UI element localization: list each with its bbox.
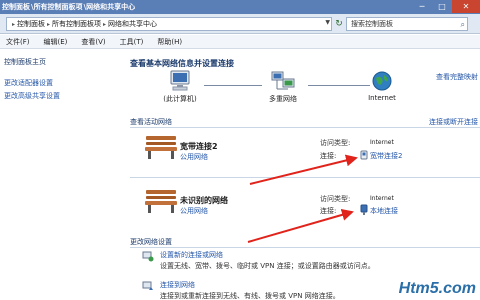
map-node-label: 多重网络 bbox=[269, 95, 297, 103]
title-segment: 网络和共享中心 bbox=[86, 3, 136, 11]
network-name: 未识别的网络 bbox=[180, 196, 228, 205]
chevron-down-icon[interactable]: ▼ bbox=[325, 19, 330, 26]
breadcrumb-separator: ▸ bbox=[12, 20, 16, 28]
map-connector bbox=[204, 85, 262, 86]
connection-link[interactable]: 宽带连接2 bbox=[370, 151, 402, 161]
section-divider bbox=[130, 247, 480, 248]
menu-help[interactable]: 帮助(H) bbox=[157, 37, 182, 47]
map-node-internet[interactable]: Internet bbox=[362, 70, 402, 102]
breadcrumb-item[interactable]: 控制面板 bbox=[17, 19, 45, 29]
network-name: 宽带连接2 bbox=[180, 142, 218, 151]
new-connection-icon bbox=[142, 251, 154, 262]
connection-label: 连接: bbox=[320, 207, 337, 215]
access-type-value: Internet bbox=[370, 139, 394, 146]
multiple-networks-icon bbox=[271, 71, 295, 90]
view-full-map-link[interactable]: 查看完整映射 bbox=[436, 72, 478, 82]
menu-edit[interactable]: 编辑(E) bbox=[44, 37, 68, 47]
task-connect-network-link[interactable]: 连接到网络 bbox=[160, 280, 195, 290]
refresh-icon[interactable]: ↻ bbox=[334, 17, 344, 31]
network-type-link[interactable]: 公用网络 bbox=[180, 206, 208, 216]
map-node-label: Internet bbox=[368, 94, 396, 102]
task-description: 设置无线、宽带、拨号、临时或 VPN 连接；或设置路由器或访问点。 bbox=[160, 262, 375, 270]
sidebar-link-adapter-settings[interactable]: 更改适配器设置 bbox=[4, 78, 53, 88]
section-divider bbox=[130, 127, 480, 128]
computer-icon bbox=[170, 70, 190, 91]
access-type-value: Internet bbox=[370, 195, 394, 202]
task-description: 连接到或重新连接到无线、有线、拨号或 VPN 网络连接。 bbox=[160, 292, 340, 300]
breadcrumb[interactable]: ▸ 控制面板 ▸ 所有控制面板项 ▸ 网络和共享中心 ▼ bbox=[6, 17, 332, 31]
close-button[interactable]: ✕ bbox=[452, 0, 480, 13]
basic-info-heading: 查看基本网络信息并设置连接 bbox=[130, 59, 234, 68]
map-connector bbox=[308, 85, 370, 86]
title-segment: 所有控制面板项 bbox=[33, 3, 83, 11]
watermark-text: Htm5.com bbox=[398, 280, 476, 297]
breadcrumb-item[interactable]: 网络和共享中心 bbox=[108, 19, 157, 29]
access-type-label: 访问类型: bbox=[320, 139, 351, 147]
close-icon: ✕ bbox=[462, 2, 470, 11]
connection-label: 连接: bbox=[320, 152, 337, 160]
network-type-link[interactable]: 公用网络 bbox=[180, 152, 208, 162]
breadcrumb-separator: ▸ bbox=[103, 20, 107, 28]
address-toolbar: ▸ 控制面板 ▸ 所有控制面板项 ▸ 网络和共享中心 ▼ ↻ 搜索控制面板 ⌕ bbox=[0, 14, 480, 34]
breadcrumb-separator: ▸ bbox=[47, 20, 51, 28]
window-title: 控制面板\所有控制面板项\网络和共享中心 bbox=[2, 3, 136, 11]
ethernet-icon bbox=[360, 204, 368, 215]
search-icon[interactable]: ⌕ bbox=[461, 19, 465, 30]
maximize-button[interactable]: □ bbox=[432, 0, 452, 13]
section-divider bbox=[130, 177, 480, 178]
maximize-icon: □ bbox=[438, 2, 446, 11]
active-networks-heading: 查看活动网络 bbox=[130, 118, 172, 126]
map-node-computer[interactable]: (此计算机) bbox=[160, 70, 200, 104]
main-content: 查看基本网络信息并设置连接 查看完整映射 (此计算机) 多重网络 Interne bbox=[124, 50, 480, 300]
sidebar: 控制面板主页 更改适配器设置 更改高级共享设置 bbox=[0, 50, 122, 300]
connect-network-icon bbox=[142, 281, 153, 290]
change-settings-heading: 更改网络设置 bbox=[130, 238, 172, 246]
search-placeholder: 搜索控制面板 bbox=[351, 20, 393, 28]
dialup-icon bbox=[360, 150, 368, 160]
bench-icon bbox=[145, 136, 177, 159]
sidebar-link-advanced-sharing[interactable]: 更改高级共享设置 bbox=[4, 91, 60, 101]
title-segment: 控制面板 bbox=[2, 3, 30, 11]
minimize-button[interactable]: ─ bbox=[412, 0, 432, 13]
task-setup-connection-link[interactable]: 设置新的连接或网络 bbox=[160, 250, 223, 260]
search-input[interactable]: 搜索控制面板 ⌕ bbox=[346, 17, 468, 31]
access-type-label: 访问类型: bbox=[320, 195, 351, 203]
connection-link[interactable]: 本地连接 bbox=[370, 206, 398, 216]
globe-icon bbox=[372, 71, 392, 91]
menu-file[interactable]: 文件(F) bbox=[6, 37, 30, 47]
bench-icon bbox=[145, 190, 177, 213]
map-node-label: (此计算机) bbox=[163, 95, 197, 103]
title-bar[interactable]: 控制面板\所有控制面板项\网络和共享中心 ─ □ ✕ bbox=[0, 0, 480, 14]
menu-view[interactable]: 查看(V) bbox=[81, 37, 105, 47]
map-node-multiple-networks[interactable]: 多重网络 bbox=[260, 70, 306, 104]
minimize-icon: ─ bbox=[419, 2, 425, 11]
menu-bar: 文件(F) 编辑(E) 查看(V) 工具(T) 帮助(H) bbox=[0, 35, 480, 49]
breadcrumb-item[interactable]: 所有控制面板项 bbox=[52, 19, 101, 29]
sidebar-home-link[interactable]: 控制面板主页 bbox=[4, 57, 46, 67]
connect-disconnect-link[interactable]: 连接或断开连接 bbox=[429, 117, 478, 127]
menu-tools[interactable]: 工具(T) bbox=[120, 37, 144, 47]
